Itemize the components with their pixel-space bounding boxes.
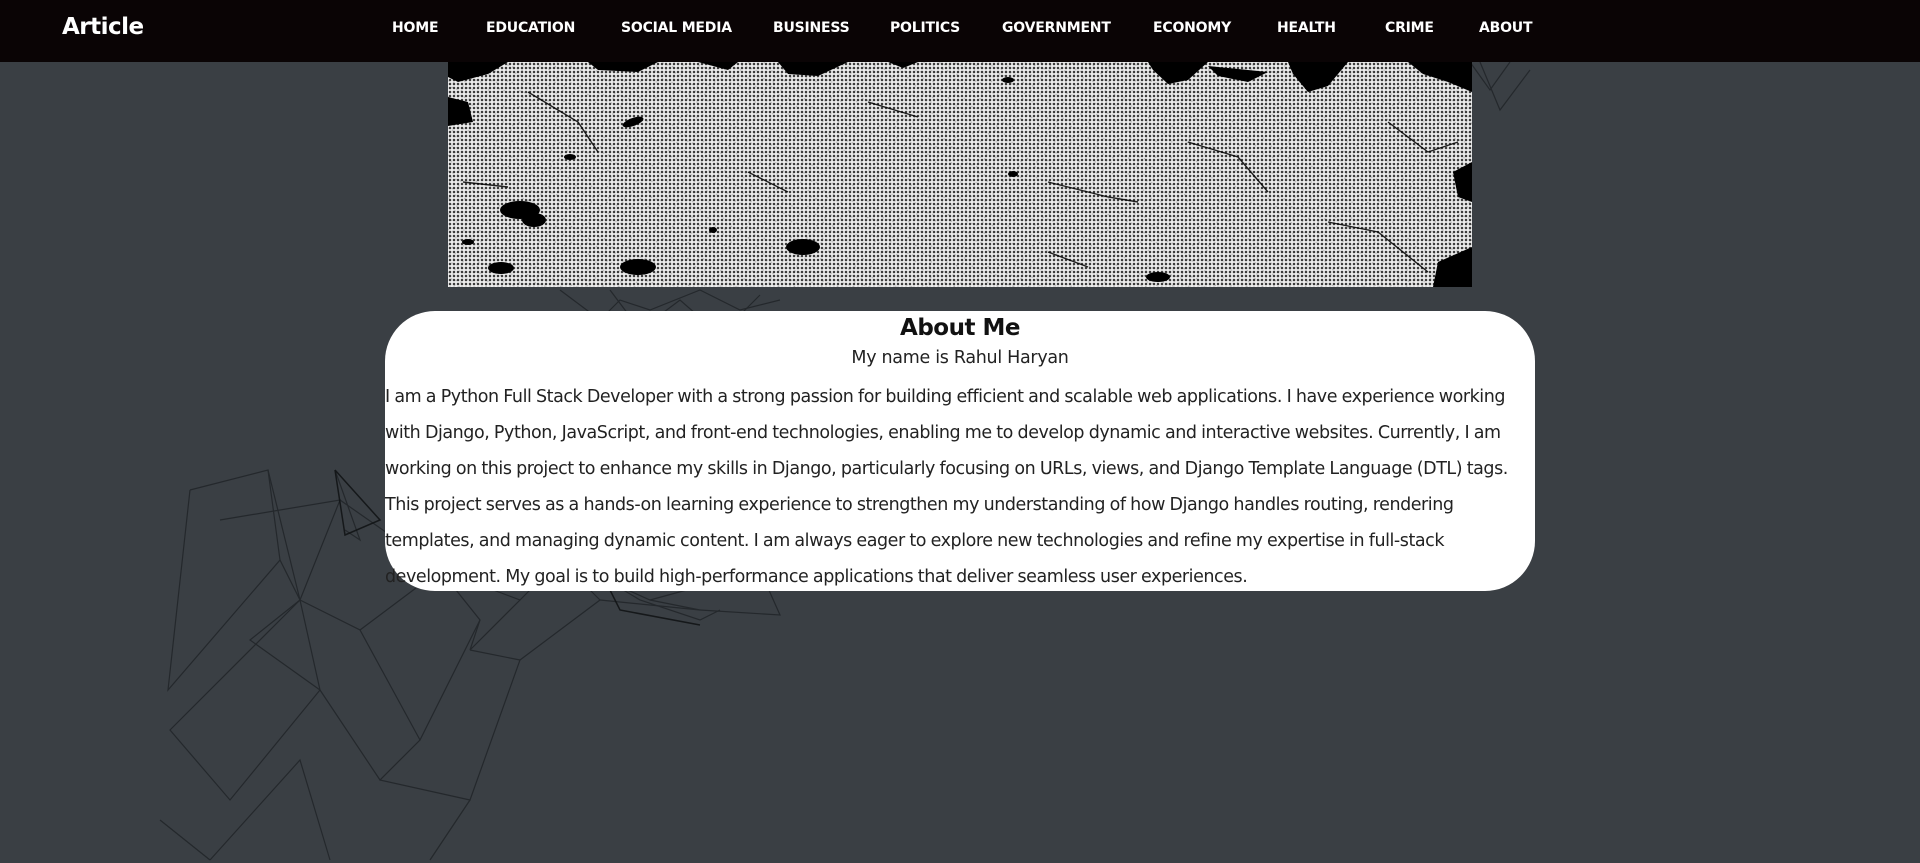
hero-banner-image bbox=[448, 62, 1472, 287]
brand-logo-link[interactable]: Article bbox=[62, 14, 144, 40]
about-body-text: I am a Python Full Stack Developer with … bbox=[385, 387, 1508, 587]
nav-link-economy[interactable]: ECONOMY bbox=[1153, 20, 1231, 36]
nav-link-about[interactable]: ABOUT bbox=[1479, 20, 1533, 36]
nav-link-home[interactable]: HOME bbox=[392, 20, 439, 36]
nav-link-politics[interactable]: POLITICS bbox=[890, 20, 960, 36]
nav-link-government[interactable]: GOVERNMENT bbox=[1002, 20, 1111, 36]
about-title: About Me bbox=[900, 315, 1020, 341]
top-navbar: Article HOME EDUCATION SOCIAL MEDIA BUSI… bbox=[0, 0, 1920, 62]
nav-link-health[interactable]: HEALTH bbox=[1277, 20, 1336, 36]
about-me-card: About Me My name is Rahul Haryan I am a … bbox=[385, 311, 1535, 591]
nav-link-crime[interactable]: CRIME bbox=[1385, 20, 1434, 36]
nav-link-social-media[interactable]: SOCIAL MEDIA bbox=[621, 20, 732, 36]
nav-link-business[interactable]: BUSINESS bbox=[773, 20, 850, 36]
nav-link-education[interactable]: EDUCATION bbox=[486, 20, 575, 36]
about-name-line: My name is Rahul Haryan bbox=[851, 348, 1069, 368]
